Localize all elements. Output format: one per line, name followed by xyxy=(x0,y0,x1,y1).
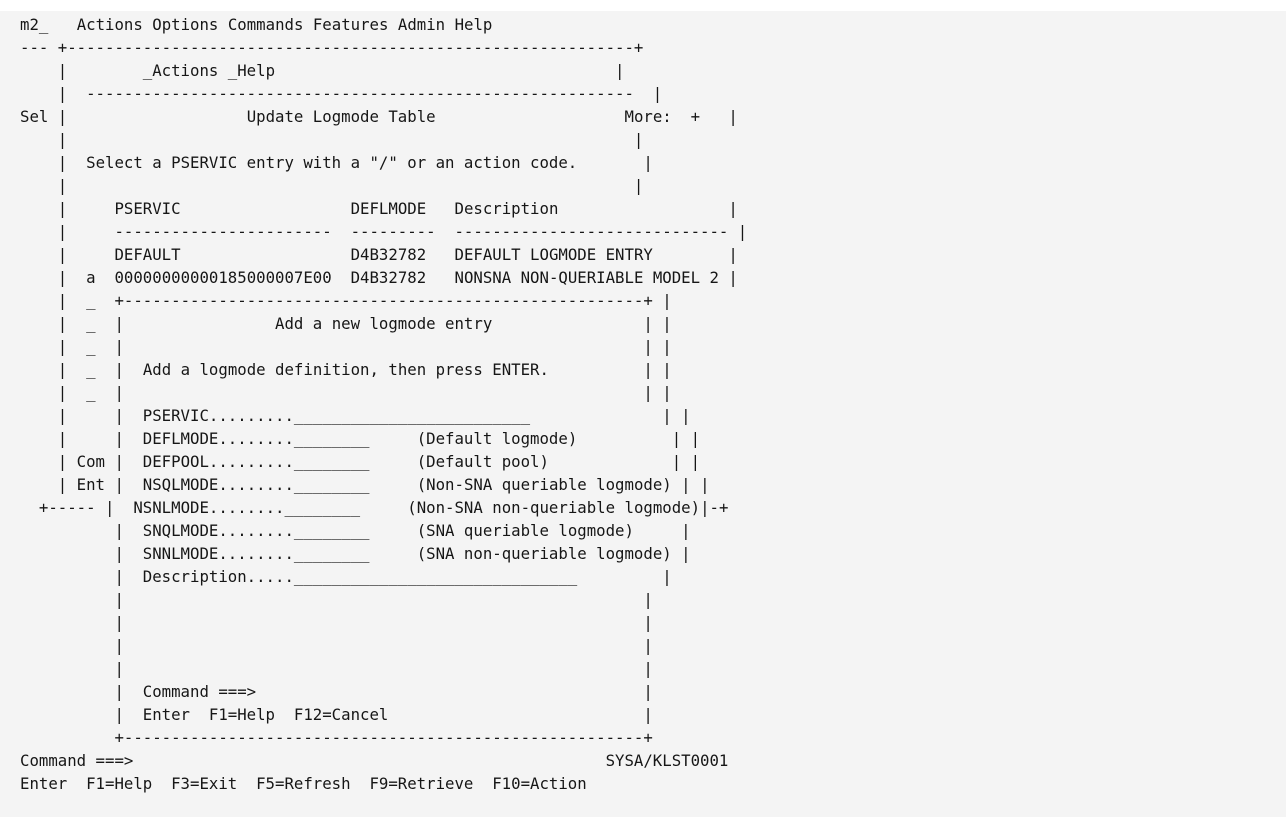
panel-blank-row: | | xyxy=(20,130,644,149)
menu-item-features[interactable]: Features xyxy=(313,15,389,34)
menu-item-commands[interactable]: Commands xyxy=(228,15,304,34)
table-header-row: | PSERVIC DEFLMODE Description | xyxy=(20,199,738,218)
terminal-screen: m2_ Actions Options Commands Features Ad… xyxy=(0,11,1286,817)
column-header-deflmode: DEFLMODE xyxy=(350,199,427,218)
field-label: SNQLMODE........ xyxy=(142,521,294,540)
dialog-blank-row: | | xyxy=(20,659,653,678)
row-action-field[interactable]: _ xyxy=(86,314,95,333)
panel-action-bar: | _Actions _Help | xyxy=(20,61,625,80)
row-description: NONSNA NON-QUERIABLE MODEL 2 xyxy=(454,268,719,287)
footer-command-prompt[interactable]: Command ===> xyxy=(20,751,133,770)
panel-action-actions[interactable]: _Actions xyxy=(143,61,219,80)
snnlmode-input[interactable]: ________ xyxy=(294,544,370,563)
field-label: NSQLMODE........ xyxy=(142,475,294,494)
dialog-field-row: | | DEFLMODE........________ (Default lo… xyxy=(20,429,701,448)
column-header-description: Description xyxy=(454,199,559,218)
footer-function-keys[interactable]: Enter F1=Help F3=Exit F5=Refresh F9=Retr… xyxy=(20,774,587,793)
dialog-command-row: | Command ===> | xyxy=(20,682,653,701)
row-action-field[interactable]: _ xyxy=(86,383,95,402)
menu-command-field[interactable]: m2_ xyxy=(20,15,48,34)
field-hint: (SNA queriable logmode) xyxy=(416,521,634,540)
dialog-blank-row: | | xyxy=(20,636,653,655)
menu-item-actions[interactable]: Actions xyxy=(77,15,143,34)
dialog-title-row: | _ | Add a new logmode entry | | xyxy=(20,314,672,333)
nsqlmode-input[interactable]: ________ xyxy=(294,475,370,494)
dialog-field-row: | | PSERVIC.........____________________… xyxy=(20,406,691,425)
snqlmode-input[interactable]: ________ xyxy=(294,521,370,540)
dialog-field-row: | SNNLMODE........________ (SNA non-quer… xyxy=(20,544,691,563)
panel-action-help[interactable]: _Help xyxy=(228,61,275,80)
field-hint: (Non-SNA queriable logmode) xyxy=(416,475,672,494)
dialog-instruction-row: | _ | Add a logmode definition, then pre… xyxy=(20,360,672,379)
field-label: NSNLMODE........ xyxy=(133,498,285,517)
outer-panel-top-border: --- +-----------------------------------… xyxy=(20,38,644,57)
command-label: Com xyxy=(76,452,106,471)
dialog-field-row: | SNQLMODE........________ (SNA queriabl… xyxy=(20,521,691,540)
footer-command-row: Command ===> SYSA/KLST0001 xyxy=(20,749,728,772)
panel-action-divider: | --------------------------------------… xyxy=(20,84,663,103)
panel-blank-row: | | xyxy=(20,176,644,195)
field-hint: (Non-SNA non-queriable logmode) xyxy=(407,498,701,517)
field-label: SNNLMODE........ xyxy=(142,544,294,563)
field-label: DEFLMODE........ xyxy=(142,429,294,448)
panel-title: Update Logmode Table xyxy=(246,107,436,126)
dialog-instruction: Add a logmode definition, then press ENT… xyxy=(142,360,549,379)
row-action-field[interactable]: _ xyxy=(86,337,95,356)
field-label: Description..... xyxy=(142,567,294,586)
menu-bar: m2_ Actions Options Commands Features Ad… xyxy=(20,13,492,36)
row-action-field[interactable]: _ xyxy=(86,360,95,379)
field-hint: (SNA non-queriable logmode) xyxy=(416,544,672,563)
row-deflmode: D4B32782 xyxy=(350,268,427,287)
pservic-input[interactable]: _________________________ xyxy=(294,406,530,425)
dialog-field-row: | Ent | NSQLMODE........________ (Non-SN… xyxy=(20,475,710,494)
footer-keys-row: Enter F1=Help F3=Exit F5=Refresh F9=Retr… xyxy=(20,772,587,795)
enter-label: Ent xyxy=(76,475,106,494)
panel-title-row: Sel | Update Logmode Table More: + | xyxy=(20,107,738,126)
dialog-title: Add a new logmode entry xyxy=(275,314,493,333)
dialog-blank-row: | | xyxy=(20,613,653,632)
more-indicator: More: + xyxy=(624,107,701,126)
table-header-divider: | ----------------------- --------- ----… xyxy=(20,222,748,241)
select-label: Sel xyxy=(20,107,49,126)
row-action-field[interactable]: a xyxy=(86,268,95,287)
dialog-blank-row: | _ | | | xyxy=(20,383,672,402)
dialog-field-row: +----- | NSNLMODE........________ (Non-S… xyxy=(20,498,729,517)
field-label: DEFPOOL......... xyxy=(142,452,294,471)
field-label: PSERVIC......... xyxy=(142,406,294,425)
dialog-top-border-row: | _ +-----------------------------------… xyxy=(20,291,672,310)
menu-item-options[interactable]: Options xyxy=(152,15,218,34)
row-pservic[interactable]: 00000000000185000007E00 xyxy=(114,268,331,287)
defpool-input[interactable]: ________ xyxy=(294,452,370,471)
row-action-field[interactable]: _ xyxy=(86,291,95,310)
menu-item-admin[interactable]: Admin xyxy=(398,15,445,34)
menu-item-help[interactable]: Help xyxy=(455,15,493,34)
column-header-pservic: PSERVIC xyxy=(114,199,181,218)
panel-instruction-row: | Select a PSERVIC entry with a "/" or a… xyxy=(20,153,653,172)
dialog-blank-row: | _ | | | xyxy=(20,337,672,356)
field-hint: (Default pool) xyxy=(416,452,549,471)
field-hint: (Default logmode) xyxy=(416,429,578,448)
row-deflmode: D4B32782 xyxy=(350,245,427,264)
row-description: DEFAULT LOGMODE ENTRY xyxy=(454,245,653,264)
dialog-function-keys[interactable]: Enter F1=Help F12=Cancel xyxy=(143,705,389,724)
row-pservic[interactable]: DEFAULT xyxy=(114,245,180,264)
dialog-command-prompt[interactable]: Command ===> xyxy=(143,682,256,701)
dialog-blank-row: | | xyxy=(20,590,653,609)
description-input[interactable]: ______________________________ xyxy=(294,567,577,586)
dialog-field-row: | Description.....______________________… xyxy=(20,567,672,586)
dialog-keys-row: | Enter F1=Help F12=Cancel | xyxy=(20,705,653,724)
dialog-field-row: | Com | DEFPOOL.........________ (Defaul… xyxy=(20,452,701,471)
table-row: | DEFAULT D4B32782 DEFAULT LOGMODE ENTRY… xyxy=(20,245,738,264)
table-row: | a 00000000000185000007E00 D4B32782 NON… xyxy=(20,268,738,287)
nsnlmode-input[interactable]: ________ xyxy=(284,498,360,517)
deflmode-input[interactable]: ________ xyxy=(294,429,370,448)
system-id: SYSA/KLST0001 xyxy=(605,751,729,770)
panel-instruction: Select a PSERVIC entry with a "/" or an … xyxy=(86,153,578,172)
dialog-bottom-border: +---------------------------------------… xyxy=(20,728,653,747)
